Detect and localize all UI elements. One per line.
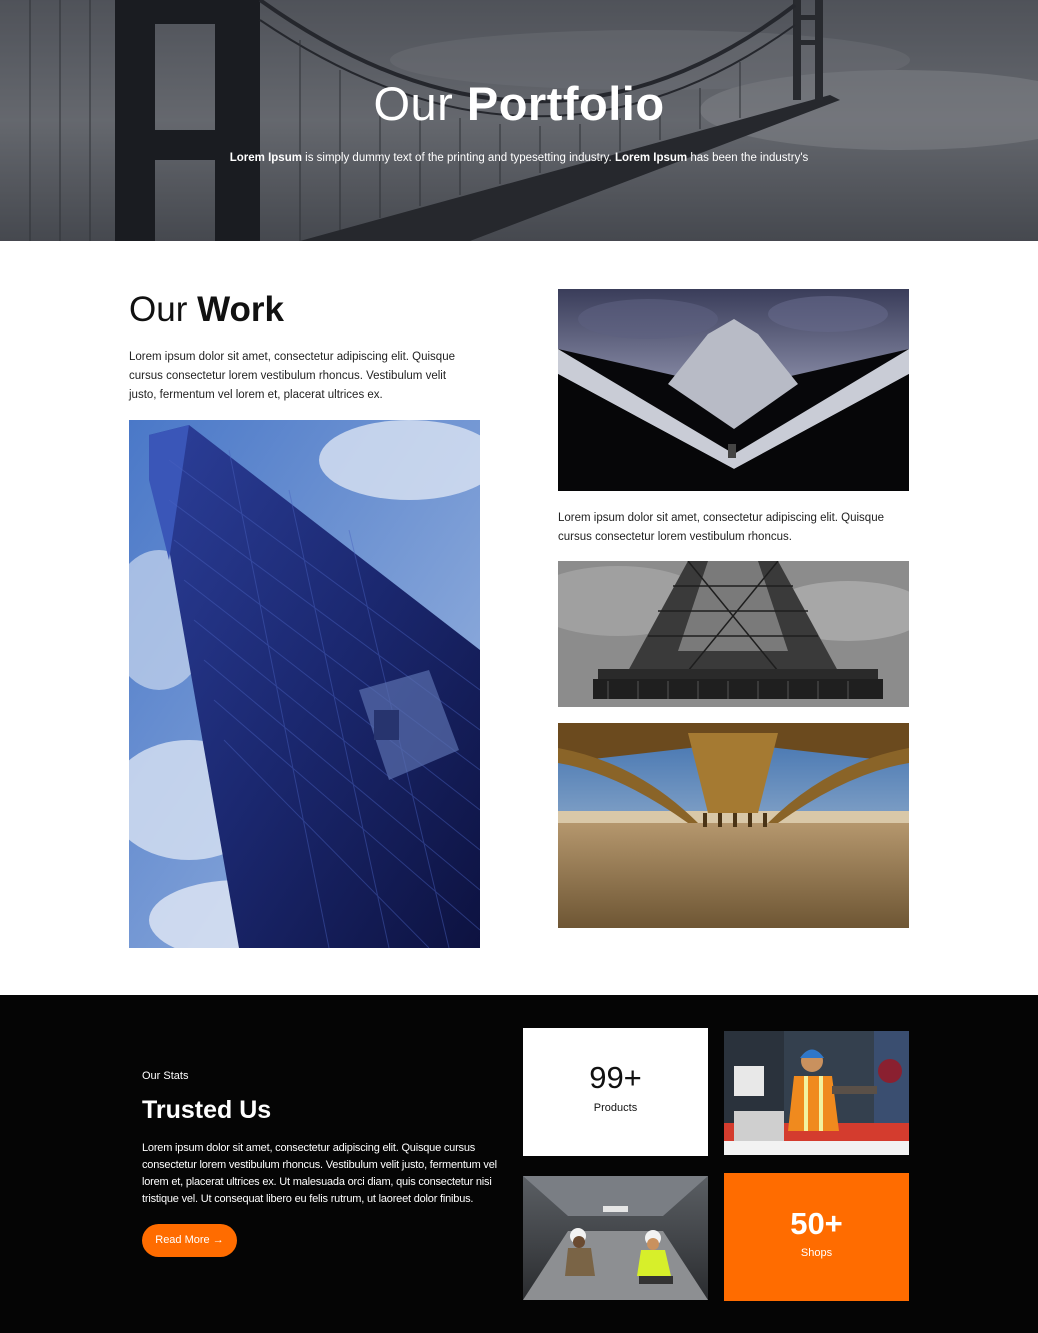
hero-sub-text-2: has been the industry's xyxy=(687,152,809,164)
hero-subtitle: Lorem Ipsum is simply dummy text of the … xyxy=(0,150,1038,166)
work-title-light: Our xyxy=(129,290,188,329)
hero-title-light: Our xyxy=(373,77,454,130)
stat-card-shops: 50+ Shops xyxy=(724,1173,909,1301)
stat-card-products: 99+ Products xyxy=(523,1028,708,1156)
work-description: Lorem ipsum dolor sit amet, consectetur … xyxy=(129,351,455,401)
pier-image xyxy=(558,723,909,928)
construction-worker-image xyxy=(724,1031,909,1155)
stat-label: Products xyxy=(593,1102,638,1114)
stat-label: Shops xyxy=(800,1247,833,1259)
hero-banner: Our Portfolio Lorem Ipsum is simply dumm… xyxy=(0,0,1038,241)
hero-title-bold: Portfolio xyxy=(466,77,665,130)
work-caption: Lorem ipsum dolor sit amet, consectetur … xyxy=(558,512,884,543)
read-more-button[interactable]: Read More → xyxy=(142,1224,237,1257)
work-title: Our Work xyxy=(129,288,284,332)
hero-sub-bold-2: Lorem Ipsum xyxy=(614,152,688,164)
stats-description: Lorem ipsum dolor sit amet, consectetur … xyxy=(142,1142,497,1205)
skyscraper-image xyxy=(129,420,480,948)
stat-number: 99+ xyxy=(589,1060,642,1095)
stat-number: 50+ xyxy=(790,1206,843,1241)
hero-sub-text-1: is simply dummy text of the printing and… xyxy=(301,152,615,164)
hero-title: Our Portfolio xyxy=(0,74,1038,134)
hero-sub-bold-1: Lorem Ipsum xyxy=(229,152,302,164)
stats-eyebrow: Our Stats xyxy=(142,1070,189,1082)
eiffel-tower-image xyxy=(558,561,909,707)
inspecting-workers-image xyxy=(523,1176,708,1300)
stats-title: Trusted Us xyxy=(142,1096,272,1124)
tent-roof-image xyxy=(558,289,909,491)
work-title-bold: Work xyxy=(197,290,284,329)
